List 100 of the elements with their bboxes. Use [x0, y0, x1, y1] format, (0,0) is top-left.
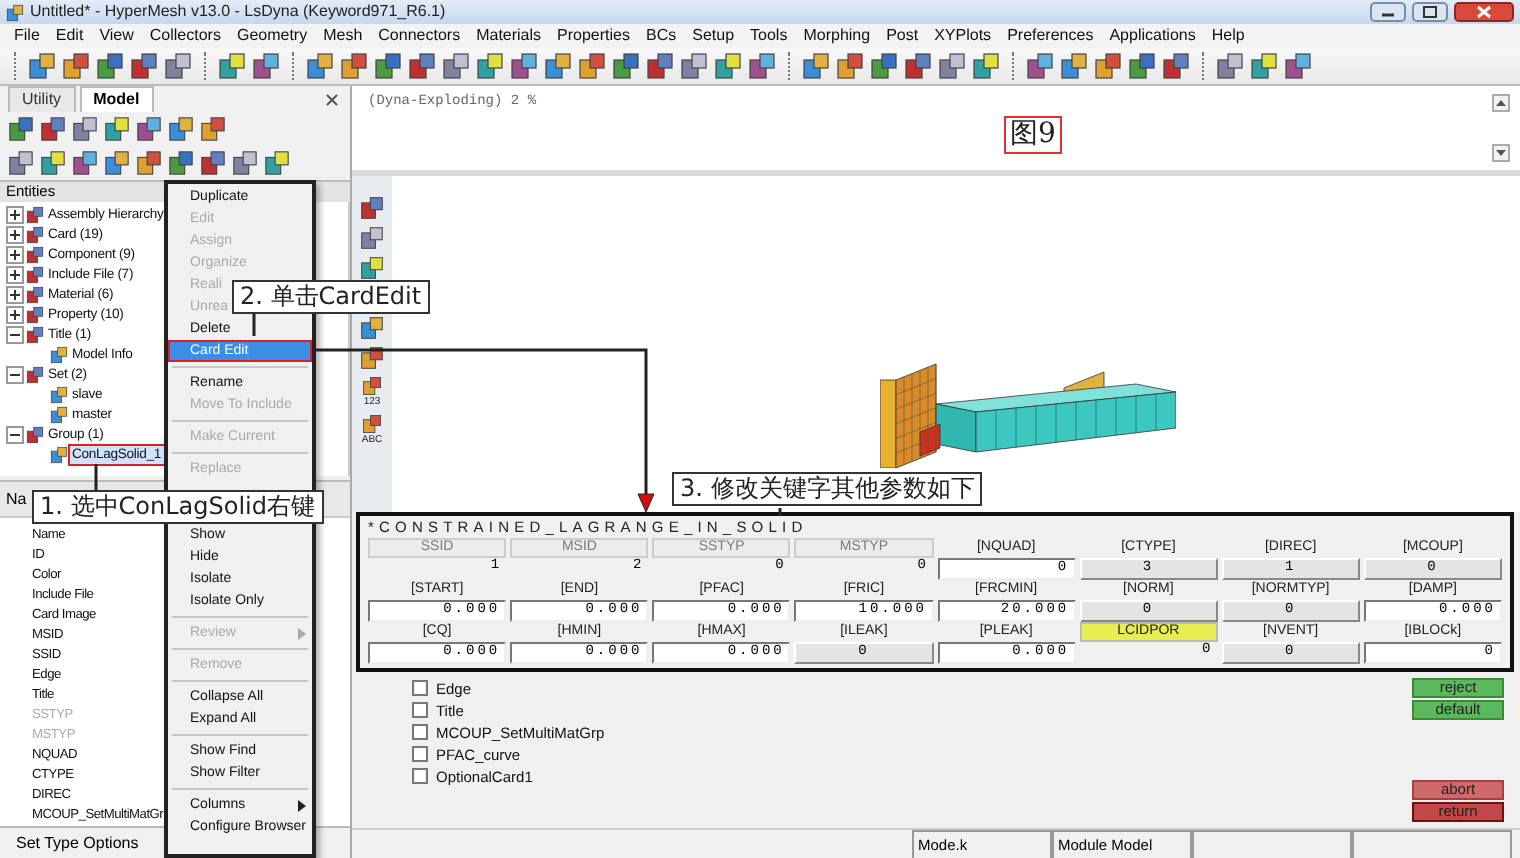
tool-icon[interactable]	[360, 196, 384, 220]
tool-icon[interactable]	[1250, 52, 1278, 80]
tool-icon[interactable]	[1162, 52, 1190, 80]
block-icon	[26, 305, 44, 324]
tool-icon[interactable]	[1060, 52, 1088, 80]
expand-toggle[interactable]	[6, 205, 24, 224]
expand-toggle[interactable]	[6, 285, 24, 304]
tool-icon[interactable]	[938, 52, 966, 80]
tool-icon[interactable]	[748, 52, 776, 80]
menu-item[interactable]: Help	[1203, 24, 1253, 48]
panel-tab[interactable]: Utility	[8, 86, 76, 113]
tool-icon[interactable]	[442, 52, 470, 80]
expand-toggle[interactable]	[6, 225, 24, 244]
menu-item[interactable]: Collectors	[141, 24, 229, 48]
tool-icon[interactable]	[476, 52, 504, 80]
tool-icon[interactable]	[360, 316, 384, 340]
tool-icon[interactable]	[164, 52, 192, 80]
tool-icon[interactable]	[360, 346, 384, 370]
checkbox[interactable]	[412, 746, 428, 762]
tool-icon[interactable]	[130, 52, 158, 80]
checkbox[interactable]	[412, 680, 428, 696]
menu-item[interactable]: Post	[878, 24, 927, 48]
checkbox[interactable]	[412, 702, 428, 718]
tool-icon[interactable]	[360, 226, 384, 250]
tool-icon[interactable]	[904, 52, 932, 80]
scroll-down-button[interactable]	[1492, 144, 1510, 162]
tool-icon[interactable]	[1094, 52, 1122, 80]
tool-icon[interactable]	[1216, 52, 1244, 80]
tool-icon[interactable]	[1284, 52, 1312, 80]
tool-icon[interactable]	[72, 116, 98, 143]
tool-icon[interactable]	[870, 52, 898, 80]
expand-toggle[interactable]	[6, 325, 24, 344]
expand-toggle[interactable]	[6, 305, 24, 324]
menu-item[interactable]: Mesh	[315, 24, 371, 48]
close-button[interactable]	[1454, 2, 1514, 22]
tool-icon[interactable]	[168, 116, 194, 143]
expand-toggle[interactable]	[6, 365, 24, 384]
tool-icon[interactable]	[218, 52, 246, 80]
tool-icon[interactable]	[972, 52, 1000, 80]
column-header[interactable]: Na	[6, 489, 27, 508]
tool-icon[interactable]	[168, 150, 194, 177]
tool-icon[interactable]	[612, 52, 640, 80]
tool-icon[interactable]	[232, 150, 258, 177]
maximize-button[interactable]	[1412, 2, 1448, 22]
tool-icon[interactable]	[252, 52, 280, 80]
tool-icon[interactable]	[104, 116, 130, 143]
menu-item[interactable]: Geometry	[228, 24, 316, 48]
tool-icon[interactable]	[62, 52, 90, 80]
menu-item[interactable]: View	[91, 24, 142, 48]
menu-item[interactable]: Preferences	[999, 24, 1102, 48]
tool-icon[interactable]	[714, 52, 742, 80]
tool-icon[interactable]	[802, 52, 830, 80]
minimize-button[interactable]	[1370, 2, 1406, 22]
tool-icon[interactable]	[408, 52, 436, 80]
checkbox[interactable]	[412, 768, 428, 784]
tool-icon[interactable]	[680, 52, 708, 80]
tool-icon[interactable]	[306, 52, 334, 80]
tool-icon[interactable]	[72, 150, 98, 177]
tool-icon[interactable]	[578, 52, 606, 80]
expand-toggle[interactable]	[6, 265, 24, 284]
tool-icon[interactable]	[136, 150, 162, 177]
tool-icon[interactable]	[104, 150, 130, 177]
expand-toggle[interactable]	[6, 245, 24, 264]
tool-icon[interactable]	[362, 376, 382, 396]
menu-item[interactable]: Edit	[47, 24, 92, 48]
menu-item[interactable]: Tools	[742, 24, 796, 48]
tool-icon[interactable]	[374, 52, 402, 80]
menu-item[interactable]: Properties	[549, 24, 638, 48]
checkbox[interactable]	[412, 724, 428, 740]
tool-icon[interactable]	[200, 150, 226, 177]
tool-icon[interactable]	[136, 116, 162, 143]
tool-icon[interactable]	[96, 52, 124, 80]
tool-icon[interactable]	[8, 150, 34, 177]
menu-item[interactable]: BCs	[638, 24, 685, 48]
tool-icon[interactable]	[200, 116, 226, 143]
menu-item[interactable]: Morphing	[795, 24, 879, 48]
tool-icon[interactable]	[1128, 52, 1156, 80]
panel-tab[interactable]: Model	[79, 86, 154, 113]
menu-item[interactable]: Connectors	[370, 24, 469, 48]
expand-toggle[interactable]	[6, 425, 24, 444]
tool-icon[interactable]	[340, 52, 368, 80]
tool-icon[interactable]	[8, 116, 34, 143]
tool-icon[interactable]	[40, 116, 66, 143]
tool-icon[interactable]	[1026, 52, 1054, 80]
tool-icon[interactable]	[510, 52, 538, 80]
tool-icon[interactable]	[360, 256, 384, 280]
tool-icon[interactable]	[544, 52, 572, 80]
menu-item[interactable]: Applications	[1101, 24, 1204, 48]
tool-icon[interactable]	[28, 52, 56, 80]
tool-icon[interactable]	[836, 52, 864, 80]
menu-item[interactable]: Setup	[684, 24, 743, 48]
tool-icon[interactable]	[362, 414, 382, 434]
tool-icon[interactable]	[40, 150, 66, 177]
tool-icon[interactable]	[646, 52, 674, 80]
menu-item[interactable]: File	[6, 24, 48, 48]
close-icon[interactable]	[326, 93, 338, 106]
menu-item[interactable]: Materials	[468, 24, 550, 48]
scroll-up-button[interactable]	[1492, 94, 1510, 112]
tool-icon[interactable]	[264, 150, 290, 177]
menu-item[interactable]: XYPlots	[926, 24, 1000, 48]
